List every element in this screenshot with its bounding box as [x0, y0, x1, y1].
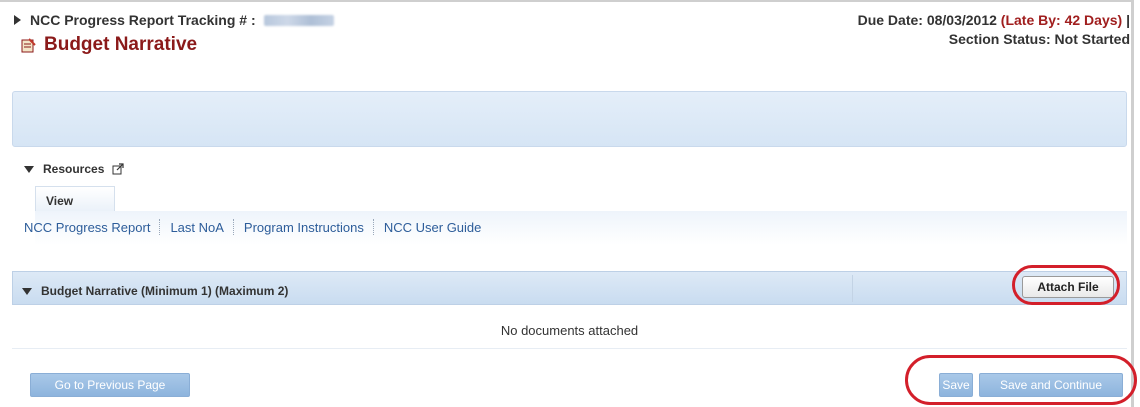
expand-arrow-icon: [14, 15, 21, 25]
section-status: Section Status: Not Started: [948, 31, 1130, 47]
page-title: Budget Narrative: [20, 34, 197, 56]
header-divider: [852, 275, 853, 302]
tab-view[interactable]: View: [35, 186, 115, 212]
resources-links: NCC Progress Report Last NoA Program Ins…: [24, 219, 481, 235]
tracking-label: NCC Progress Report Tracking # :: [30, 12, 256, 28]
link-ncc-progress-report[interactable]: NCC Progress Report: [24, 220, 150, 235]
late-by: (Late By: 42 Days): [1000, 12, 1123, 28]
tracking-status: Due Date: 08/03/2012 (Late By: 42 Days) …: [858, 11, 1130, 49]
link-last-noa[interactable]: Last NoA: [170, 220, 223, 235]
external-link-icon: [112, 163, 124, 175]
resources-label: Resources: [43, 162, 105, 176]
previous-page-button[interactable]: Go to Previous Page: [30, 373, 190, 397]
link-separator: [372, 219, 375, 235]
page-title-text: Budget Narrative: [44, 34, 198, 55]
link-program-instructions[interactable]: Program Instructions: [244, 220, 364, 235]
collapse-arrow-icon: [22, 287, 32, 295]
save-highlight-circle: [905, 355, 1137, 405]
redacted-tracking-number: [263, 14, 334, 26]
documents-toggle[interactable]: Budget Narrative (Minimum 1) (Maximum 2): [22, 284, 288, 298]
tracking-bar: [12, 91, 1127, 147]
empty-documents-message: No documents attached: [12, 318, 1127, 349]
attach-highlight-circle: [1012, 265, 1120, 305]
resources-toggle[interactable]: Resources: [24, 162, 124, 176]
due-date: Due Date: 08/03/2012: [857, 12, 997, 28]
documents-header-label: Budget Narrative (Minimum 1) (Maximum 2): [41, 284, 289, 298]
tracking-toggle[interactable]: NCC Progress Report Tracking # :: [14, 12, 334, 28]
notepad-icon: [21, 38, 36, 53]
link-separator: [159, 219, 161, 235]
status-separator: |: [1126, 12, 1130, 28]
collapse-arrow-icon: [24, 165, 34, 173]
link-ncc-user-guide[interactable]: NCC User Guide: [384, 220, 482, 235]
link-separator: [232, 219, 235, 235]
